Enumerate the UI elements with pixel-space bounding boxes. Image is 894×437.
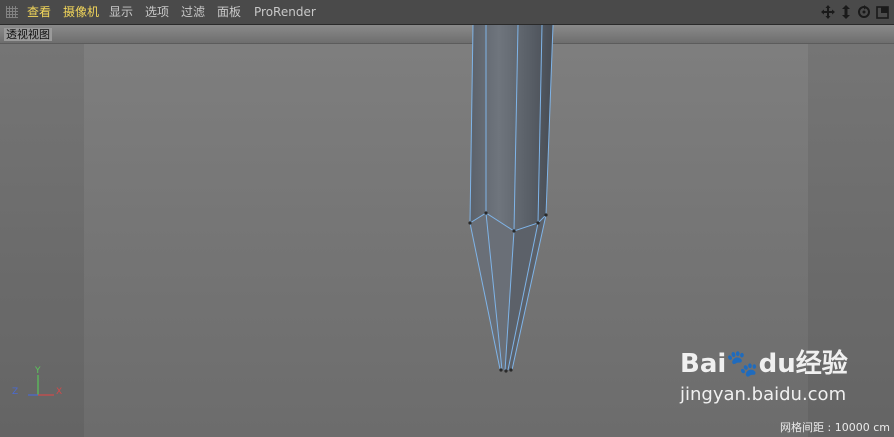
grid-spacing-label: 网格间距 : 10000 cm	[780, 421, 890, 434]
watermark-brand-cn: 经验	[795, 349, 848, 379]
axis-x-label: X	[56, 387, 62, 397]
view-tools	[820, 4, 890, 20]
baidu-watermark: Bai🐾du经验 jingyan.baidu.com	[680, 343, 848, 405]
menu-camera[interactable]: 摄像机	[63, 5, 99, 20]
watermark-url: jingyan.baidu.com	[680, 384, 847, 405]
axis-y-label: Y	[34, 366, 41, 376]
menu-display[interactable]: 显示	[109, 5, 133, 20]
watermark-brand-mid: du	[758, 349, 796, 379]
watermark-brand: Bai	[680, 349, 727, 379]
axis-z-label: Z	[12, 387, 18, 397]
move-view-icon[interactable]	[820, 4, 836, 20]
maximize-view-icon[interactable]	[874, 4, 890, 20]
zoom-view-icon[interactable]	[838, 4, 854, 20]
perspective-viewport[interactable]: 透视视图 Y X Z Bai🐾du经验 jingyan.baidu.com 网格…	[0, 25, 894, 437]
menu-panel[interactable]: 面板	[217, 5, 241, 20]
viewport-menubar: 查看 摄像机 显示 选项 过滤 面板 ProRender	[0, 0, 894, 25]
paw-icon: 🐾	[726, 349, 759, 379]
menu-view[interactable]: 查看	[27, 5, 51, 20]
rotate-view-icon[interactable]	[856, 4, 872, 20]
axis-gizmo: Y X Z	[12, 366, 62, 397]
drag-grip-icon[interactable]	[6, 6, 18, 18]
menu-prorender[interactable]: ProRender	[254, 5, 316, 20]
menu-filter[interactable]: 过滤	[181, 5, 205, 20]
menu-options[interactable]: 选项	[145, 5, 169, 20]
